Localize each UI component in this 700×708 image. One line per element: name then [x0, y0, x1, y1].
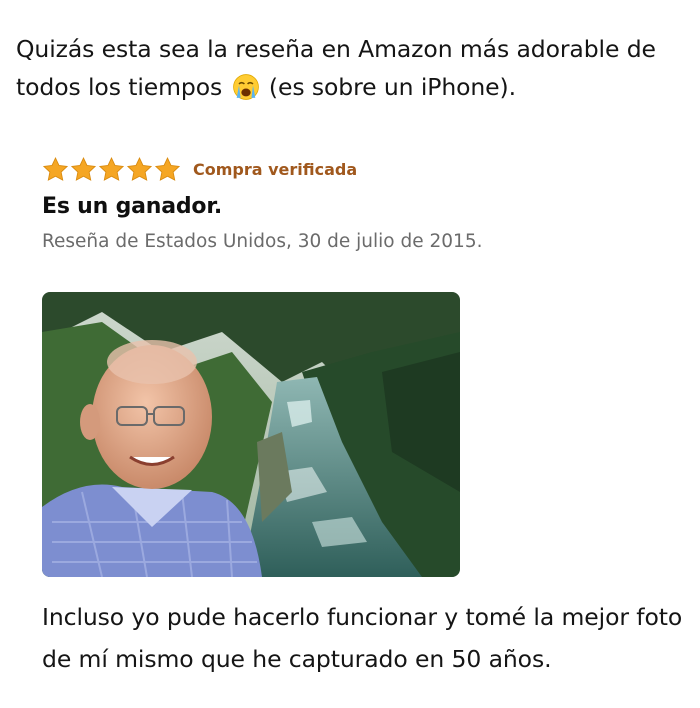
review-body: Incluso yo pude hacerlo funcionar y tomé… [42, 603, 683, 673]
star-icon [126, 156, 153, 181]
star-rating [42, 156, 181, 183]
star-icon [98, 156, 125, 181]
star-icon [70, 156, 97, 181]
review-meta: Reseña de Estados Unidos, 30 de julio de… [42, 231, 483, 252]
crying-face-icon [232, 74, 259, 100]
selfie-river-image [42, 292, 460, 577]
caption-text-2: (es sobre un iPhone). [268, 73, 516, 101]
star-icon [154, 156, 181, 181]
star-icon [42, 156, 69, 181]
verified-purchase-badge: Compra verificada [193, 159, 358, 179]
review-photo[interactable] [42, 292, 460, 577]
rating-row: Compra verificada [42, 152, 662, 186]
amazon-review: Compra verificada Es un ganador. Reseña … [42, 152, 662, 252]
post-caption: Quizás esta sea la reseña en Amazon más … [16, 30, 696, 106]
review-title: Es un ganador. [42, 194, 222, 219]
